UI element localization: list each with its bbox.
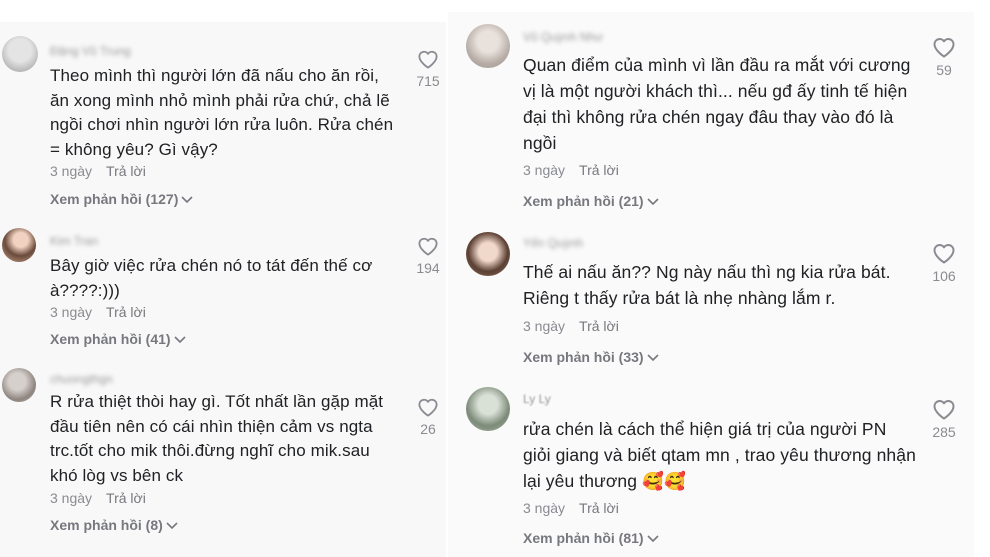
heart-outline-icon xyxy=(933,38,955,58)
like-button[interactable]: 59 xyxy=(924,36,964,78)
like-count: 59 xyxy=(936,62,952,78)
comment-item: Kim Tran Bây giờ việc rửa chén nó to tát… xyxy=(0,212,446,352)
view-replies-button[interactable]: Xem phản hồi (33) xyxy=(523,349,659,365)
reply-button[interactable]: Trả lời xyxy=(579,500,619,516)
comment-meta: 3 ngày Trả lời xyxy=(523,318,619,334)
comment-meta: 3 ngày Trả lời xyxy=(50,163,146,179)
comment-username[interactable]: Vũ Quỳnh Như xyxy=(523,30,603,44)
comment-time: 3 ngày xyxy=(50,490,93,506)
comment-meta: 3 ngày Trả lời xyxy=(523,500,619,516)
like-button[interactable]: 26 xyxy=(408,397,448,437)
avatar[interactable] xyxy=(2,36,38,72)
like-count: 285 xyxy=(932,424,956,440)
comment-time: 3 ngày xyxy=(523,318,566,334)
comment-text: Bây giờ việc rửa chén nó to tát đến thế … xyxy=(50,256,373,300)
avatar[interactable] xyxy=(466,387,510,431)
chevron-down-icon xyxy=(647,198,659,206)
view-replies-label: Xem phản hồi (81) xyxy=(523,530,644,546)
comment-item: Đặng Vũ Trung Theo mình thì người lớn đã… xyxy=(0,22,446,212)
comment-text: Theo mình thì người lớn đã nấu cho ăn rồ… xyxy=(50,66,394,159)
comment-time: 3 ngày xyxy=(523,500,566,516)
comment-time: 3 ngày xyxy=(50,163,93,179)
comment-meta: 3 ngày Trả lời xyxy=(523,162,619,178)
comments-panel-right: Vũ Quỳnh Như Quan điểm của mình vì lần đ… xyxy=(448,12,974,557)
view-replies-label: Xem phản hồi (21) xyxy=(523,193,644,209)
view-replies-label: Xem phản hồi (41) xyxy=(50,331,171,347)
comment-item: Ly Ly rửa chén là cách thể hiện giá trị … xyxy=(448,382,974,557)
chevron-down-icon xyxy=(647,535,659,543)
comment-item: chuongthgn R rửa thiệt thòi hay gì. Tốt … xyxy=(0,352,446,542)
comment-text: Thế ai nấu ăn?? Ng này nấu thì ng kia rử… xyxy=(523,262,891,308)
comment-text: rửa chén là cách thể hiện giá trị của ng… xyxy=(523,419,916,491)
view-replies-button[interactable]: Xem phản hồi (8) xyxy=(50,517,178,533)
chevron-down-icon xyxy=(174,336,186,344)
avatar[interactable] xyxy=(2,368,36,402)
view-replies-label: Xem phản hồi (127) xyxy=(50,191,179,207)
reply-button[interactable]: Trả lời xyxy=(579,318,619,334)
view-replies-button[interactable]: Xem phản hồi (127) xyxy=(50,191,193,207)
comments-panel-left: Đặng Vũ Trung Theo mình thì người lớn đã… xyxy=(0,22,446,557)
heart-outline-icon xyxy=(418,50,438,69)
heart-outline-icon xyxy=(418,398,438,417)
avatar[interactable] xyxy=(466,232,510,276)
like-count: 194 xyxy=(416,260,440,276)
like-button[interactable]: 715 xyxy=(408,49,448,89)
reply-button[interactable]: Trả lời xyxy=(106,304,146,320)
comment-username[interactable]: Đặng Vũ Trung xyxy=(50,44,131,58)
comment-meta: 3 ngày Trả lời xyxy=(50,304,146,320)
avatar[interactable] xyxy=(466,24,510,68)
like-button[interactable]: 106 xyxy=(924,242,964,284)
chevron-down-icon xyxy=(181,196,193,204)
reply-button[interactable]: Trả lời xyxy=(106,163,146,179)
view-replies-button[interactable]: Xem phản hồi (81) xyxy=(523,530,659,546)
view-replies-button[interactable]: Xem phản hồi (41) xyxy=(50,331,186,347)
like-button[interactable]: 285 xyxy=(924,398,964,440)
heart-outline-icon xyxy=(933,400,955,420)
view-replies-label: Xem phản hồi (33) xyxy=(523,349,644,365)
comment-username[interactable]: chuongthgn xyxy=(50,372,113,386)
comment-username[interactable]: Kim Tran xyxy=(50,234,98,248)
chevron-down-icon xyxy=(166,522,178,530)
avatar[interactable] xyxy=(2,228,36,262)
comment-text: Quan điểm của mình vì lần đầu ra mắt với… xyxy=(523,55,911,153)
reply-button[interactable]: Trả lời xyxy=(106,490,146,506)
like-count: 106 xyxy=(932,268,956,284)
comment-text: R rửa thiệt thòi hay gì. Tốt nhất lần gặ… xyxy=(50,392,384,485)
comment-time: 3 ngày xyxy=(50,304,93,320)
like-count: 26 xyxy=(420,421,436,437)
reply-button[interactable]: Trả lời xyxy=(579,162,619,178)
comment-meta: 3 ngày Trả lời xyxy=(50,490,146,506)
comment-username[interactable]: Yến Quỳnh xyxy=(523,236,583,250)
comment-item: Vũ Quỳnh Như Quan điểm của mình vì lần đ… xyxy=(448,12,974,222)
comment-item: Yến Quỳnh Thế ai nấu ăn?? Ng này nấu thì… xyxy=(448,222,974,382)
heart-outline-icon xyxy=(418,237,438,256)
chevron-down-icon xyxy=(647,354,659,362)
view-replies-label: Xem phản hồi (8) xyxy=(50,517,163,533)
comment-time: 3 ngày xyxy=(523,162,566,178)
like-button[interactable]: 194 xyxy=(408,236,448,276)
like-count: 715 xyxy=(416,73,440,89)
view-replies-button[interactable]: Xem phản hồi (21) xyxy=(523,193,659,209)
comment-username[interactable]: Ly Ly xyxy=(523,392,551,406)
heart-outline-icon xyxy=(933,244,955,264)
